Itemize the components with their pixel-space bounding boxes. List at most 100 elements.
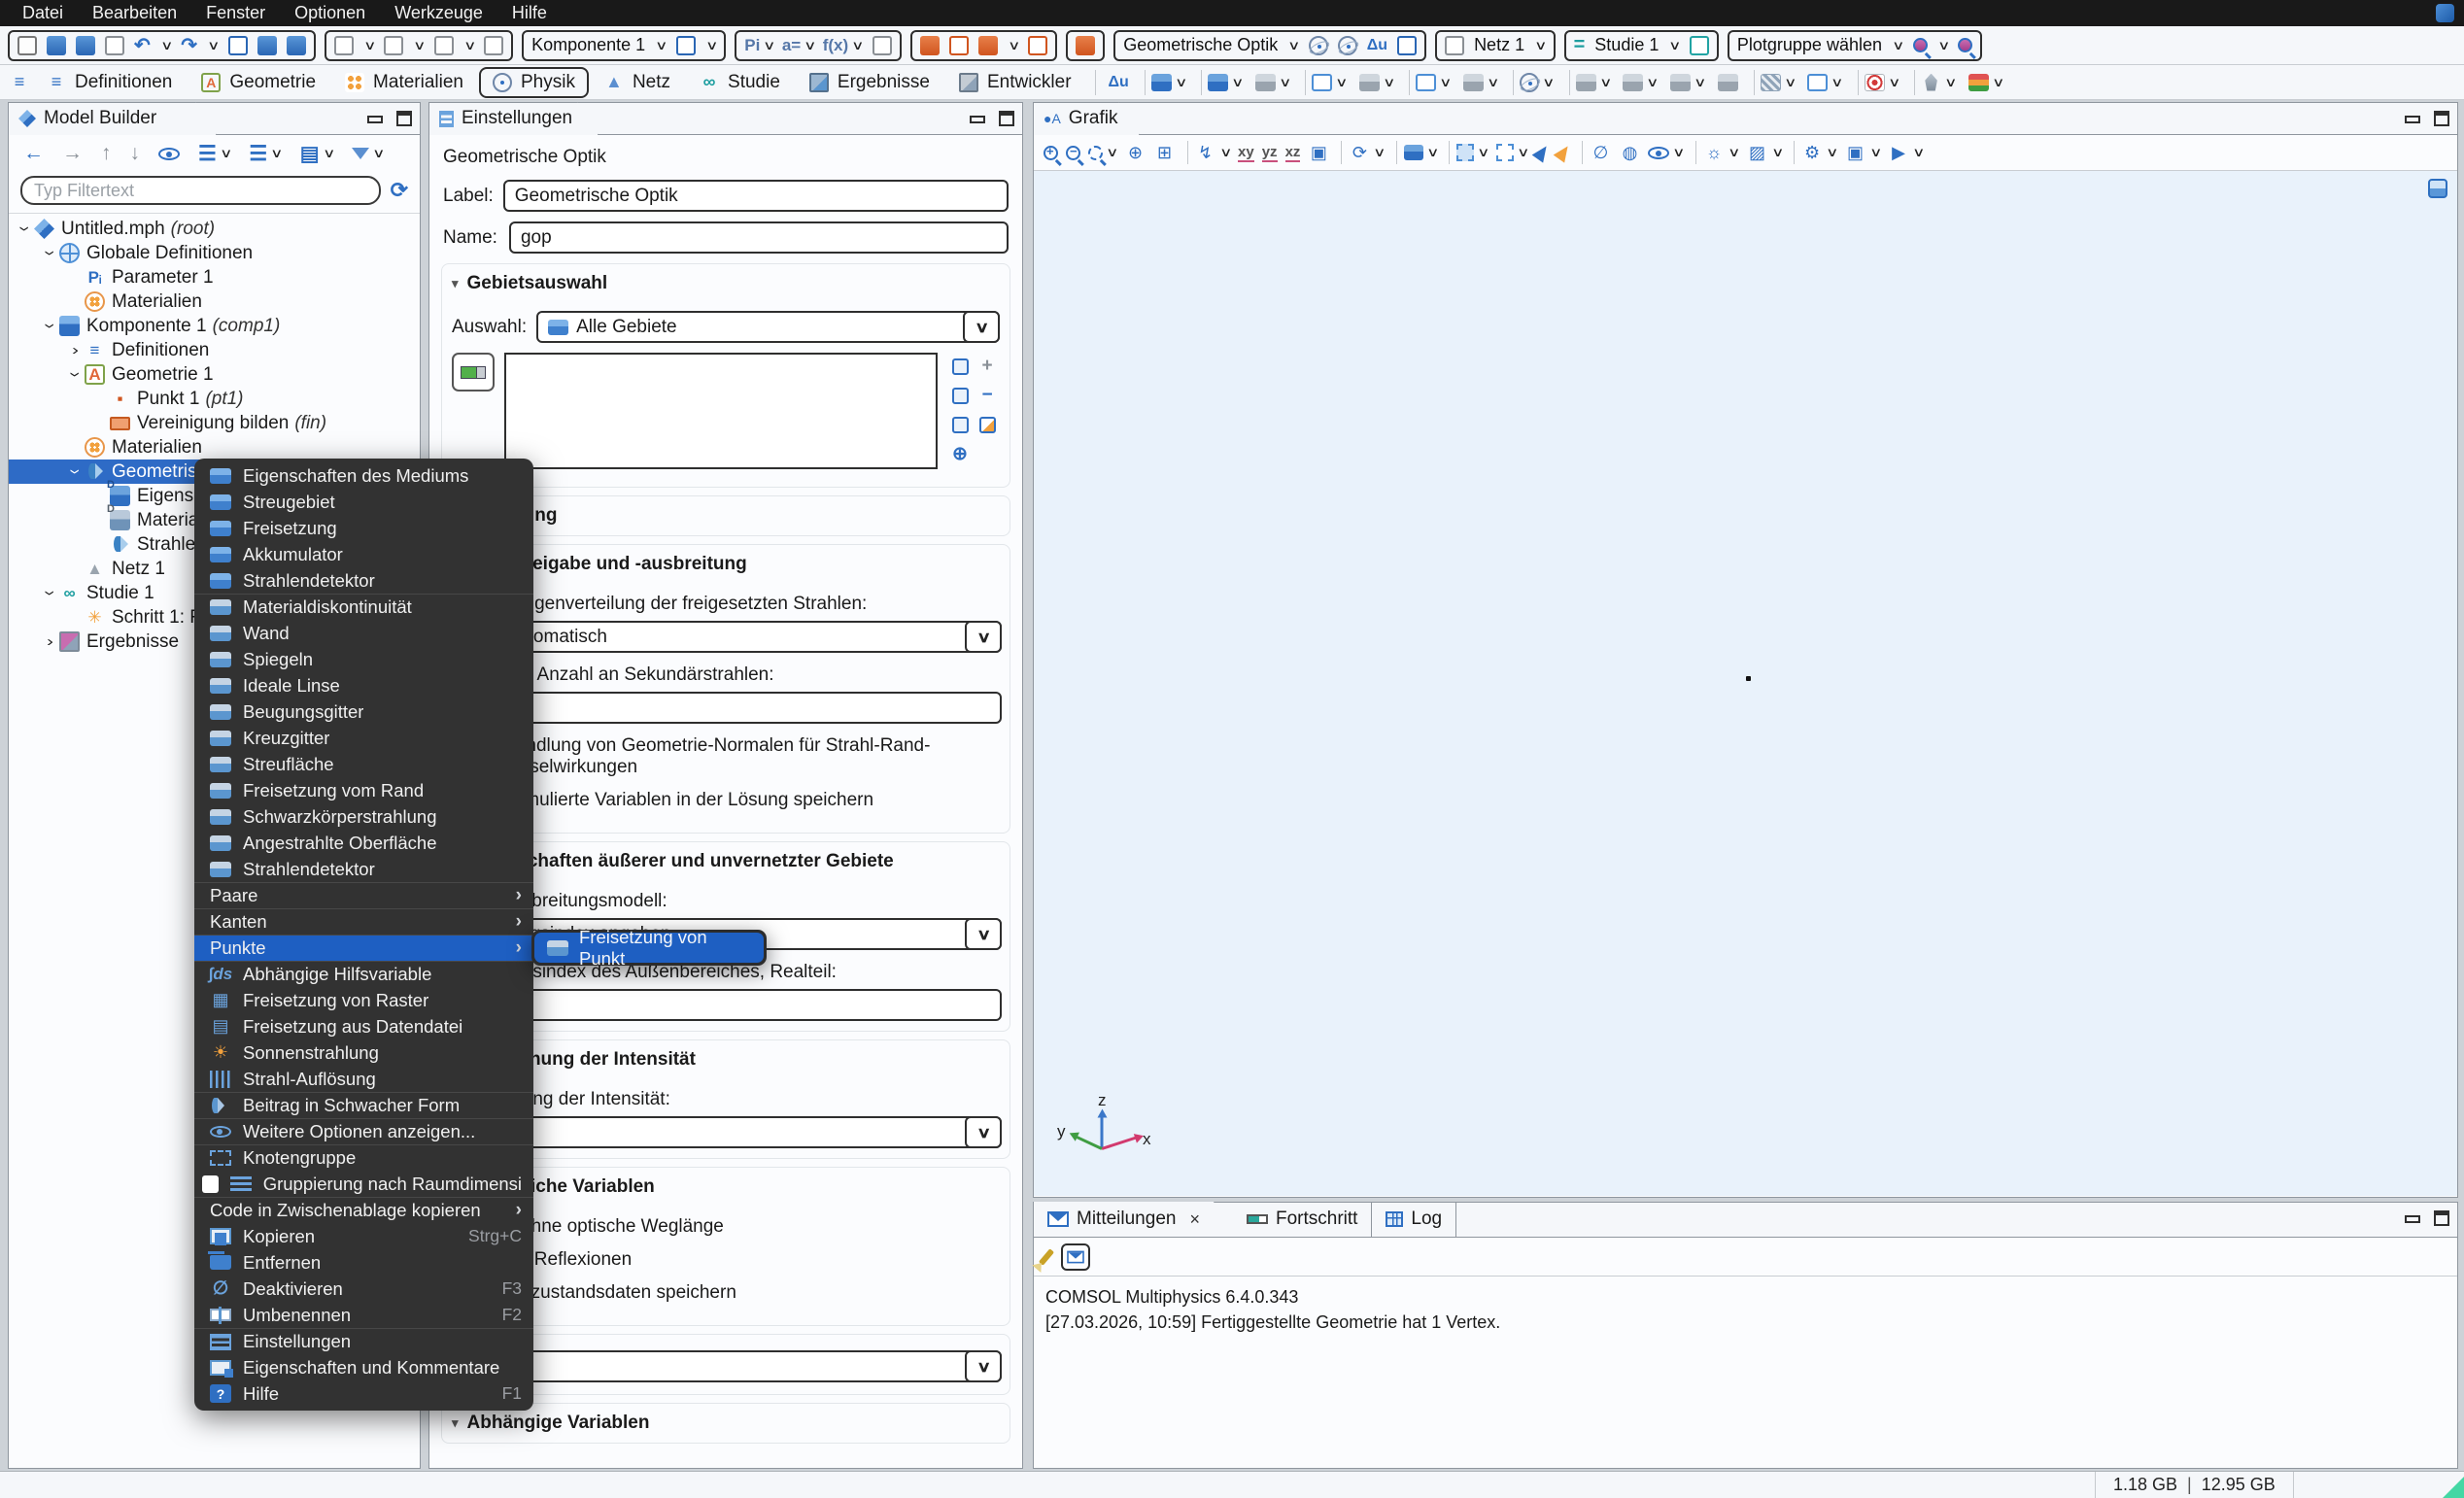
parameter-chevron-icon[interactable]: ∨	[804, 38, 816, 53]
mesh-icon[interactable]	[1445, 36, 1464, 55]
open-message-window-button[interactable]	[1061, 1243, 1090, 1271]
geometry-vertex[interactable]	[1746, 676, 1751, 681]
lasso-select-icon[interactable]	[1557, 145, 1570, 160]
context-menu-item[interactable]: Freisetzung	[194, 515, 533, 541]
study-chevron-icon[interactable]: ∨	[1668, 38, 1681, 53]
context-menu-item[interactable]: ▦ Freisetzung von Raster	[194, 987, 533, 1013]
undo-icon[interactable]: ↶	[134, 33, 151, 57]
context-menu-item[interactable]: Umbenennen F2	[194, 1302, 533, 1328]
select-entities-icon[interactable]	[1535, 145, 1549, 160]
model-tree-node-text-button[interactable]: ▤ ∨	[297, 140, 336, 168]
float-panel-icon[interactable]	[999, 111, 1014, 126]
open-model-icon[interactable]	[47, 36, 66, 55]
domain-features-button[interactable]: ∨	[1195, 68, 1246, 97]
parameter-button[interactable]: Pi	[744, 36, 760, 55]
color-legend-button[interactable]: ∨	[1966, 72, 2006, 93]
view-xy-icon[interactable]: xy	[1238, 144, 1254, 162]
section-header[interactable]: ▾Gebietsauswahl	[450, 266, 1002, 301]
context-menu-item[interactable]: Eigenschaften des Mediums	[194, 462, 533, 489]
context-menu-item[interactable]: Knotengruppe	[194, 1144, 533, 1171]
context-menu-item[interactable]: Ideale Linse	[194, 672, 533, 698]
add-study-icon[interactable]	[1690, 36, 1709, 55]
view-xz-icon[interactable]: xz	[1285, 144, 1301, 162]
menu-item[interactable]: Bearbeiten	[78, 0, 191, 26]
minimize-panel-icon[interactable]	[367, 116, 383, 123]
propagation-dropdown-chevron-icon[interactable]: ∨	[965, 918, 1002, 950]
rotate-icon[interactable]: ⟳ ∨	[1337, 141, 1385, 164]
component-chevron-icon[interactable]: ∨	[655, 38, 667, 53]
context-menu-item[interactable]: Spiegeln	[194, 646, 533, 672]
new-file-icon[interactable]	[17, 36, 37, 55]
expand-all-button[interactable]: ☰ ∨	[195, 140, 233, 168]
tree-item[interactable]: › Untitled.mph (root)	[9, 217, 420, 241]
submenu-item[interactable]: Freisetzung von Punkt	[534, 933, 764, 963]
load-group-button[interactable]	[1715, 72, 1741, 93]
context-menu-item[interactable]: Beugungsgitter	[194, 698, 533, 725]
selection-dropdown[interactable]: Alle Gebiete ∨	[536, 311, 1000, 343]
physics-wizard-icon[interactable]	[1338, 36, 1357, 55]
section-header[interactable]: ▾Abhängige Variablen	[450, 1406, 1002, 1441]
more-boundary-button[interactable]: ∨	[1356, 72, 1397, 93]
component-settings-chevron-icon[interactable]: ∨	[705, 38, 718, 53]
filter-button[interactable]: ∨	[349, 144, 387, 163]
context-menu-item[interactable]: Einstellungen	[194, 1328, 533, 1354]
mesh-dropdown[interactable]: Netz 1	[1474, 35, 1524, 55]
context-menu-item[interactable]: Kopieren Strg+C	[194, 1223, 533, 1249]
more-attributes-button[interactable]: ∨	[1667, 72, 1708, 93]
edge-features-button[interactable]: ∨	[1403, 68, 1454, 97]
forward-button[interactable]: →	[59, 140, 86, 167]
geometry-update-icon[interactable]	[978, 36, 998, 55]
windows-icon[interactable]	[257, 36, 277, 55]
component-dropdown[interactable]: Komponente 1	[531, 35, 645, 55]
geometry-update-chevron-icon[interactable]: ∨	[1008, 38, 1020, 53]
zoom-to-selection-icon[interactable]	[975, 411, 1000, 438]
geometry-import-icon[interactable]	[949, 36, 969, 55]
checkbox-icon[interactable]	[202, 1175, 219, 1193]
collapse-all-button[interactable]: ☰ ∨	[246, 140, 284, 168]
menu-item[interactable]: Optionen	[280, 0, 380, 26]
context-menu-item[interactable]: ▤ Freisetzung aus Datendatei	[194, 1013, 533, 1039]
stop-icon[interactable]	[484, 36, 503, 55]
clear-messages-icon[interactable]	[1039, 1248, 1054, 1266]
label-input[interactable]: Geometrische Optik	[503, 180, 1009, 212]
context-menu-item[interactable]: ∫ds Abhängige Hilfsvariable	[194, 961, 533, 987]
context-menu-item[interactable]: Kreuzgitter	[194, 725, 533, 751]
update-icon[interactable]	[228, 36, 248, 55]
zoom-in-icon[interactable]	[1044, 146, 1058, 160]
ribbon-tab[interactable]: Studie	[686, 67, 794, 98]
zoom-out-icon[interactable]	[1066, 146, 1080, 160]
ribbon-tab[interactable]: Netz	[591, 67, 684, 98]
advanced-dropdown-chevron-icon[interactable]: ∨	[965, 1350, 1002, 1382]
context-menu-item[interactable]: Eigenschaften und Kommentare	[194, 1354, 533, 1380]
visibility-icon[interactable]: ∨	[1648, 145, 1684, 160]
copy-selection-icon[interactable]	[947, 353, 973, 380]
view-yz-icon[interactable]: yz	[1262, 144, 1278, 162]
pathlength-checkbox-row[interactable]: Berechne optische Weglänge	[454, 1216, 998, 1238]
selection-list[interactable]	[504, 353, 938, 469]
messages-tab[interactable]: Mitteilungen ×	[1034, 1202, 1233, 1237]
more-edge-button[interactable]: ∨	[1460, 72, 1501, 93]
float-panel-icon[interactable]	[2434, 111, 2449, 126]
context-menu-item[interactable]: Paare ›	[194, 882, 533, 908]
close-tab-icon[interactable]: ×	[1189, 1209, 1200, 1230]
context-menu-item[interactable]: Akkumulator	[194, 541, 533, 567]
create-selection-icon[interactable]: ⊕	[947, 440, 973, 467]
menu-item[interactable]: Datei	[8, 0, 78, 26]
add-to-selection-icon[interactable]: +	[975, 353, 1000, 380]
active-toggle-button[interactable]	[452, 353, 495, 392]
move-down-button[interactable]: ↓	[127, 140, 144, 167]
context-menu-item[interactable]: ☀ Sonnenstrahlung	[194, 1039, 533, 1066]
save-icon[interactable]	[105, 36, 124, 55]
move-up-button[interactable]: ↑	[98, 140, 115, 167]
minimize-panel-icon[interactable]	[2405, 1215, 2420, 1223]
color-theme-icon[interactable]: ▨ ∨	[1747, 142, 1783, 163]
wavelength-dropdown-chevron-icon[interactable]: ∨	[965, 621, 1002, 653]
selection-dropdown-chevron-icon[interactable]: ∨	[963, 311, 1000, 343]
boundary-features-button[interactable]: ∨	[1299, 68, 1350, 97]
physics-interface-button[interactable]: ∨	[1507, 68, 1557, 97]
appearance-icon[interactable]: ∨	[1392, 141, 1438, 164]
geometry-grid-icon[interactable]	[1028, 36, 1047, 55]
geometry-build-icon[interactable]	[920, 36, 940, 55]
context-menu-item[interactable]: Freisetzung vom Rand	[194, 777, 533, 803]
functions-icon[interactable]	[873, 36, 892, 55]
